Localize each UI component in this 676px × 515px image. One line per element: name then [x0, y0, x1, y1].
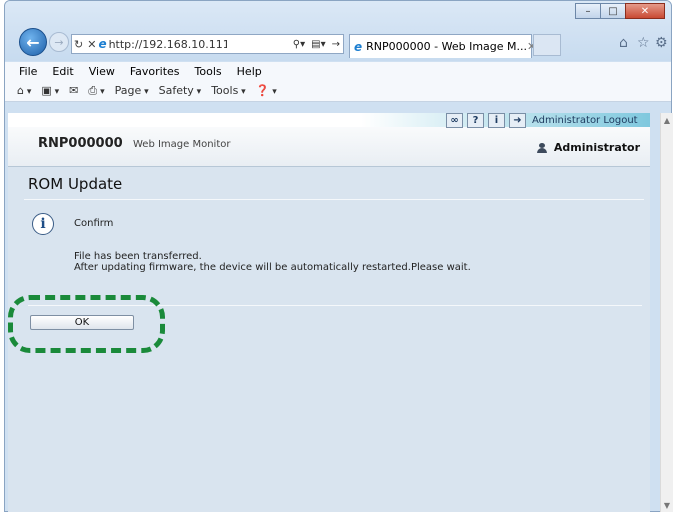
- info-circle-icon: i: [32, 213, 54, 235]
- print-icon[interactable]: ⎙: [88, 84, 104, 98]
- header-tools: ∞ ? i ➜ Administrator Logout: [446, 113, 638, 128]
- menu-help[interactable]: Help: [237, 65, 262, 78]
- command-bar: ⌂ ▣ ✉ ⎙ Page Safety Tools ❓: [5, 80, 671, 102]
- title-bar: – □ ✕ ← → ↻ ✕ e http://192.168.10.111/we…: [5, 1, 671, 61]
- menu-bar: File Edit View Favorites Tools Help: [5, 62, 671, 80]
- back-button[interactable]: ←: [19, 28, 47, 56]
- logout-icon[interactable]: ➜: [509, 113, 526, 128]
- web-page: ∞ ? i ➜ Administrator Logout RNP000000 W…: [8, 113, 650, 512]
- title-divider: [24, 199, 644, 200]
- menu-favorites[interactable]: Favorites: [130, 65, 180, 78]
- go-arrow-icon[interactable]: →: [329, 39, 343, 50]
- tab-title: RNP000000 - Web Image M...: [366, 40, 528, 53]
- refresh-icon[interactable]: ↻: [72, 38, 85, 51]
- forward-button[interactable]: →: [49, 32, 69, 52]
- home-cmd-icon[interactable]: ⌂: [17, 84, 31, 97]
- help-icon[interactable]: ?: [467, 113, 484, 128]
- close-window-button[interactable]: ✕: [625, 3, 665, 19]
- user-icon: [536, 142, 547, 153]
- sitemap-icon[interactable]: ∞: [446, 113, 463, 128]
- help-circle-icon[interactable]: ❓: [256, 84, 277, 97]
- feeds-icon[interactable]: ▣: [41, 84, 59, 97]
- confirm-label: Confirm: [74, 218, 114, 229]
- ok-button[interactable]: OK: [30, 315, 134, 330]
- user-display: Administrator: [536, 141, 640, 154]
- ie-logo-icon: e: [98, 37, 107, 51]
- user-name: Administrator: [553, 141, 640, 154]
- logout-link[interactable]: Administrator Logout: [532, 115, 638, 126]
- page-title: ROM Update: [28, 175, 123, 193]
- browser-tab[interactable]: e RNP000000 - Web Image M... ✕: [349, 34, 536, 58]
- scroll-down-icon[interactable]: ▼: [661, 498, 673, 512]
- menu-view[interactable]: View: [89, 65, 115, 78]
- info-icon[interactable]: i: [488, 113, 505, 128]
- menu-edit[interactable]: Edit: [52, 65, 73, 78]
- favorites-star-icon[interactable]: ☆: [637, 35, 650, 51]
- safety-menu[interactable]: Safety: [159, 84, 202, 97]
- settings-gear-icon[interactable]: ⚙: [655, 35, 668, 51]
- page-menu[interactable]: Page: [115, 84, 149, 97]
- message-line-2: After updating firmware, the device will…: [74, 262, 471, 273]
- window-controls: – □ ✕: [575, 3, 665, 19]
- compatibility-icon[interactable]: ▤▾: [308, 39, 328, 50]
- search-icon[interactable]: ⚲▾: [290, 39, 308, 50]
- maximize-button[interactable]: □: [600, 3, 626, 19]
- arrow-left-icon: ←: [26, 32, 40, 52]
- message-line-1: File has been transferred.: [74, 251, 202, 262]
- tools-menu[interactable]: Tools: [211, 84, 246, 97]
- address-bar[interactable]: ↻ ✕ e http://192.168.10.111/web/a ⚲▾ ▤▾ …: [71, 34, 344, 54]
- device-name: RNP000000: [38, 136, 123, 151]
- page-scrollbar[interactable]: ▲ ▼: [660, 113, 673, 512]
- wim-header: ∞ ? i ➜ Administrator Logout RNP000000 W…: [8, 113, 650, 167]
- message-divider: [28, 305, 642, 306]
- menu-file[interactable]: File: [19, 65, 37, 78]
- home-icon[interactable]: ⌂: [619, 35, 628, 51]
- minimize-button[interactable]: –: [575, 3, 601, 19]
- scroll-up-icon[interactable]: ▲: [661, 113, 673, 127]
- menu-tools[interactable]: Tools: [195, 65, 222, 78]
- arrow-right-icon: →: [54, 35, 64, 49]
- app-name: Web Image Monitor: [133, 139, 231, 150]
- tab-favicon-icon: e: [354, 39, 363, 54]
- mail-icon[interactable]: ✉: [69, 84, 78, 97]
- address-url[interactable]: http://192.168.10.111/web/a: [109, 38, 227, 51]
- new-tab-button[interactable]: [533, 34, 561, 56]
- stop-icon[interactable]: ✕: [85, 38, 98, 51]
